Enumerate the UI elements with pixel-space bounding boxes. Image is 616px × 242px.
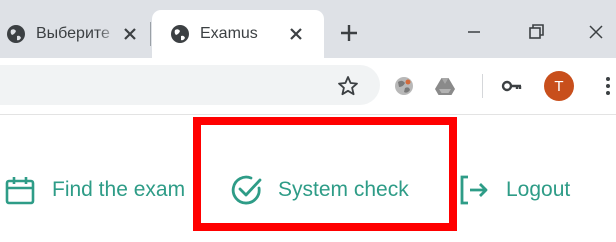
new-tab-plus-icon[interactable] bbox=[338, 22, 360, 44]
menu-icon[interactable] bbox=[596, 74, 616, 98]
close-icon[interactable] bbox=[286, 24, 306, 44]
google-drive-icon[interactable] bbox=[433, 74, 457, 98]
address-bar[interactable] bbox=[0, 65, 380, 105]
logout-icon bbox=[460, 175, 488, 205]
restore-icon[interactable] bbox=[524, 20, 548, 44]
find-exam-label: Find the exam bbox=[52, 178, 186, 201]
system-check-link[interactable]: System check bbox=[230, 170, 409, 210]
logout-link[interactable]: Logout bbox=[458, 170, 570, 210]
check-circle-icon bbox=[231, 175, 262, 205]
browser-toolbar: T bbox=[0, 58, 616, 115]
logout-label: Logout bbox=[506, 178, 571, 201]
globe-icon bbox=[7, 25, 25, 43]
avatar[interactable]: T bbox=[544, 71, 574, 101]
tab-inactive[interactable]: Выберите bbox=[0, 10, 150, 58]
tab-strip: Выберите Examus bbox=[0, 0, 616, 58]
find-exam-link[interactable]: Find the exam bbox=[0, 170, 194, 210]
tab-active[interactable]: Examus bbox=[152, 10, 324, 58]
window-close-icon[interactable] bbox=[584, 20, 608, 44]
calendar-icon bbox=[5, 177, 35, 205]
close-icon[interactable] bbox=[120, 24, 140, 44]
tab-title: Выберите bbox=[36, 25, 110, 42]
minimize-icon[interactable] bbox=[462, 20, 486, 44]
globe-icon bbox=[171, 25, 189, 43]
page-nav: Find the exam System check Logout bbox=[0, 115, 616, 242]
key-icon[interactable] bbox=[500, 74, 524, 98]
globe-extension-icon[interactable] bbox=[392, 74, 416, 98]
toolbar-separator bbox=[482, 74, 483, 98]
system-check-label: System check bbox=[278, 178, 409, 201]
tab-title: Examus bbox=[200, 25, 258, 42]
star-icon[interactable] bbox=[336, 74, 360, 98]
tab-separator bbox=[150, 22, 151, 46]
